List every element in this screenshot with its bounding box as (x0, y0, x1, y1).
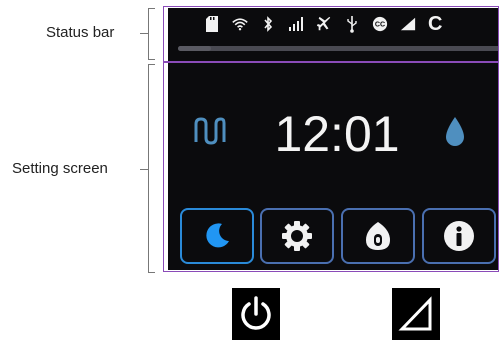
ramp-button[interactable] (392, 288, 440, 340)
power-icon (241, 296, 271, 330)
status-bar-callout: Status bar (46, 24, 115, 41)
setting-screen-bracket-top (148, 64, 155, 65)
ramp-icon (398, 296, 432, 331)
status-bar-bracket-top (148, 8, 155, 9)
setting-screen-bracket-bottom (148, 272, 155, 273)
setting-screen-bracket (148, 64, 149, 273)
status-bar-bracket-tick (140, 33, 148, 34)
setting-screen-frame (163, 62, 499, 272)
setting-screen-callout: Setting screen (12, 160, 108, 177)
status-bar-bracket-bottom (148, 59, 155, 60)
setting-screen-bracket-tick (140, 169, 148, 170)
power-button[interactable] (232, 288, 280, 340)
status-bar-frame (163, 6, 499, 62)
status-bar-bracket (148, 8, 149, 60)
